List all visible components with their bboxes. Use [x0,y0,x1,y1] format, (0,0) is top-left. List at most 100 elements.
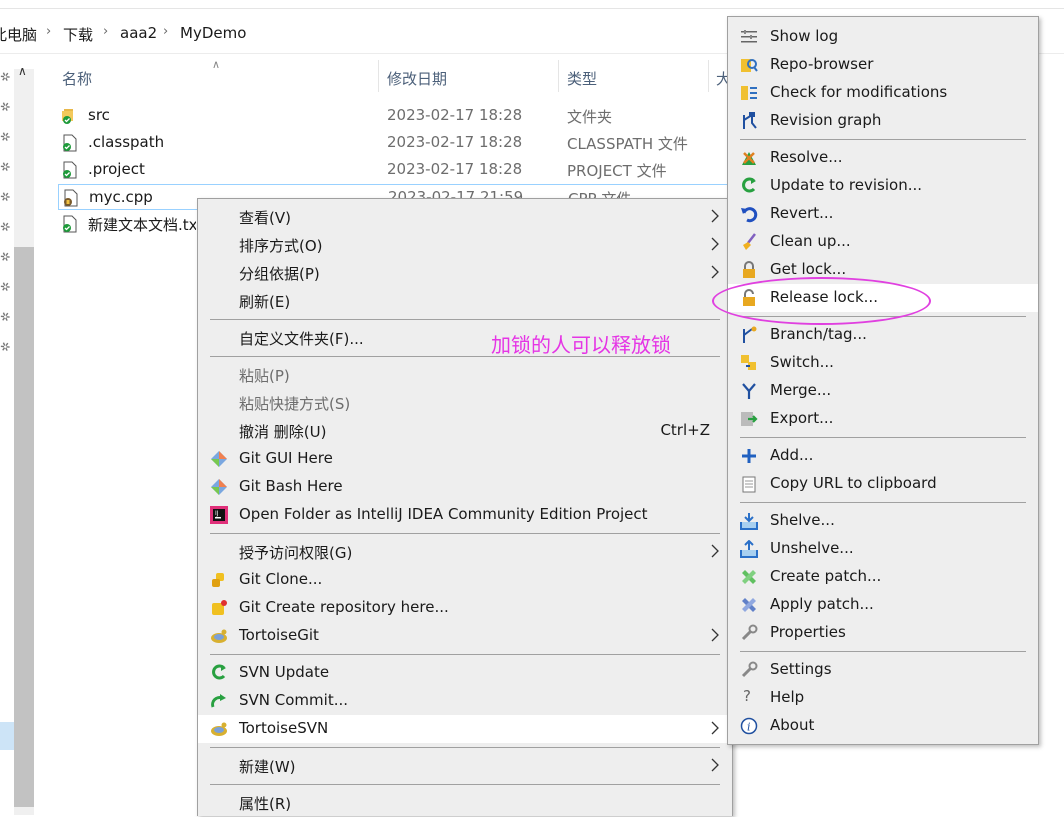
file-name: 新建文本文档.txt [88,216,196,234]
nav-scrollbar[interactable] [14,69,34,815]
menu-item-repo-browser[interactable]: Repo-browser [728,51,1038,79]
menu-label: Clean up... [770,232,851,250]
menu-item-revert[interactable]: Revert... [728,200,1038,228]
file-type: CLASSPATH 文件 [567,135,688,153]
menu-label: Properties [770,623,846,641]
column-header-date[interactable]: 修改日期 [387,68,447,89]
sort-ascending-icon: ∧ [212,58,221,71]
submenu-arrow-icon [711,628,719,642]
menu-item-clean-up[interactable]: Clean up... [728,228,1038,256]
file-row[interactable]: src 2023-02-17 18:28 文件夹 [58,103,728,129]
menu-label: 查看(V) [239,209,291,227]
git-clone-icon [212,573,224,587]
file-row[interactable]: .classpath 2023-02-17 18:28 CLASSPATH 文件 [58,130,728,156]
highlight-ellipse [712,277,931,325]
menu-label: Git Bash Here [239,477,343,495]
menu-label: SVN Commit... [239,691,348,709]
breadcrumb-downloads[interactable]: 下载 [63,24,93,45]
menu-item-properties[interactable]: 属性(R) [198,789,732,817]
pin-icon: ✲ [0,248,14,266]
menu-item-refresh[interactable]: 刷新(E) [198,287,732,315]
menu-item-git-create-repo[interactable]: Git Create repository here... [198,594,732,622]
settings-wrench-icon [741,661,758,678]
apply-patch-icon [742,598,756,612]
menu-item-tortoisegit[interactable]: TortoiseGit [198,622,732,650]
menu-item-view[interactable]: 查看(V) [198,203,732,231]
svn-locked-file-icon [64,189,78,207]
menu-item-paste[interactable]: 粘贴(P) [198,361,732,389]
menu-label: 刷新(E) [239,293,291,311]
pin-icon: ✲ [0,158,14,176]
menu-item-check-modifications[interactable]: Check for modifications [728,79,1038,107]
menu-item-sort[interactable]: 排序方式(O) [198,231,732,259]
menu-item-git-gui[interactable]: Git GUI Here [198,445,732,473]
menu-item-revision-graph[interactable]: Revision graph [728,107,1038,135]
breadcrumb-mydemo[interactable]: MyDemo [180,24,246,42]
nav-scrollbar-thumb[interactable] [14,247,34,807]
menu-item-paste-shortcut[interactable]: 粘贴快捷方式(S) [198,389,732,417]
context-menu[interactable]: 查看(V) 排序方式(O) 分组依据(P) 刷新(E) 自定义文件夹(F)...… [197,198,733,816]
menu-item-git-clone[interactable]: Git Clone... [198,566,732,594]
breadcrumb-chevron-icon[interactable]: › [46,24,51,39]
menu-label: 自定义文件夹(F)... [239,330,364,348]
menu-item-svn-commit[interactable]: SVN Commit... [198,687,732,715]
menu-label: Add... [770,446,814,464]
clean-up-broom-icon [743,233,756,250]
menu-item-unshelve[interactable]: Unshelve... [728,535,1038,563]
menu-item-add[interactable]: Add... [728,442,1038,470]
menu-item-group[interactable]: 分组依据(P) [198,259,732,287]
menu-item-update-to-revision[interactable]: Update to revision... [728,172,1038,200]
svg-text:IJ: IJ [215,510,219,517]
menu-item-switch[interactable]: Switch... [728,349,1038,377]
submenu-arrow-icon [711,237,719,251]
pin-icon: ✲ [0,218,14,236]
lock-icon [743,261,755,278]
tortoisesvn-submenu[interactable]: Show log Repo-browser Check for modifica… [727,16,1039,745]
menu-item-svn-update[interactable]: SVN Update [198,659,732,687]
menu-label: Repo-browser [770,55,874,73]
revision-graph-icon [743,112,757,129]
menu-label: Git Clone... [239,570,323,588]
annotation-text: 加锁的人可以释放锁 [491,333,671,357]
menu-item-grant-access[interactable]: 授予访问权限(G) [198,538,732,566]
column-header-type[interactable]: 类型 [567,68,597,89]
pin-icon: ✲ [0,278,14,296]
menu-item-branch-tag[interactable]: Branch/tag... [728,321,1038,349]
menu-label: Show log [770,27,839,45]
menu-label: Resolve... [770,148,843,166]
menu-item-tortoisesvn[interactable]: TortoiseSVN [198,715,732,743]
menu-item-about[interactable]: i About [728,712,1038,740]
svn-folder-icon [62,109,73,124]
menu-item-show-log[interactable]: Show log [728,23,1038,51]
menu-label: 粘贴(P) [239,367,290,385]
menu-item-resolve[interactable]: Resolve... [728,144,1038,172]
menu-item-git-bash[interactable]: Git Bash Here [198,473,732,501]
menu-item-help[interactable]: ? Help [728,684,1038,712]
file-row[interactable]: 新建文本文档.txt [58,211,198,237]
file-row[interactable]: .project 2023-02-17 18:28 PROJECT 文件 [58,157,728,183]
menu-item-copy-url[interactable]: Copy URL to clipboard [728,470,1038,498]
menu-item-shelve[interactable]: Shelve... [728,507,1038,535]
menu-item-open-intellij[interactable]: IJ Open Folder as IntelliJ IDEA Communit… [198,501,732,529]
menu-item-export[interactable]: Export... [728,405,1038,433]
scroll-up-icon[interactable]: ∧ [18,64,27,78]
menu-label: SVN Update [239,663,330,681]
breadcrumb-aaa2[interactable]: aaa2 [120,24,157,42]
nav-selected-item[interactable] [0,722,14,750]
menu-item-properties[interactable]: Properties [728,619,1038,647]
file-type: 文件夹 [567,108,613,126]
menu-item-undo-delete[interactable]: 撤消 删除(U) Ctrl+Z [198,417,732,445]
menu-item-new[interactable]: 新建(W) [198,752,732,780]
breadcrumb-this-pc[interactable]: 此电脑 [0,24,37,45]
branch-tag-icon [743,326,757,343]
file-name: myc.cpp [89,188,153,206]
menu-item-create-patch[interactable]: Create patch... [728,563,1038,591]
git-bash-icon [211,479,227,495]
column-header-name[interactable]: 名称 [62,68,92,89]
menu-item-merge[interactable]: Merge... [728,377,1038,405]
menu-item-settings[interactable]: Settings [728,656,1038,684]
menu-item-apply-patch[interactable]: Apply patch... [728,591,1038,619]
navigation-pane[interactable]: ∧ ✲ ✲ ✲ ✲ ✲ ✲ ✲ ✲ ✲ ✲ [0,54,34,815]
breadcrumb-chevron-icon[interactable]: › [103,24,108,39]
breadcrumb-chevron-icon[interactable]: › [163,24,168,39]
